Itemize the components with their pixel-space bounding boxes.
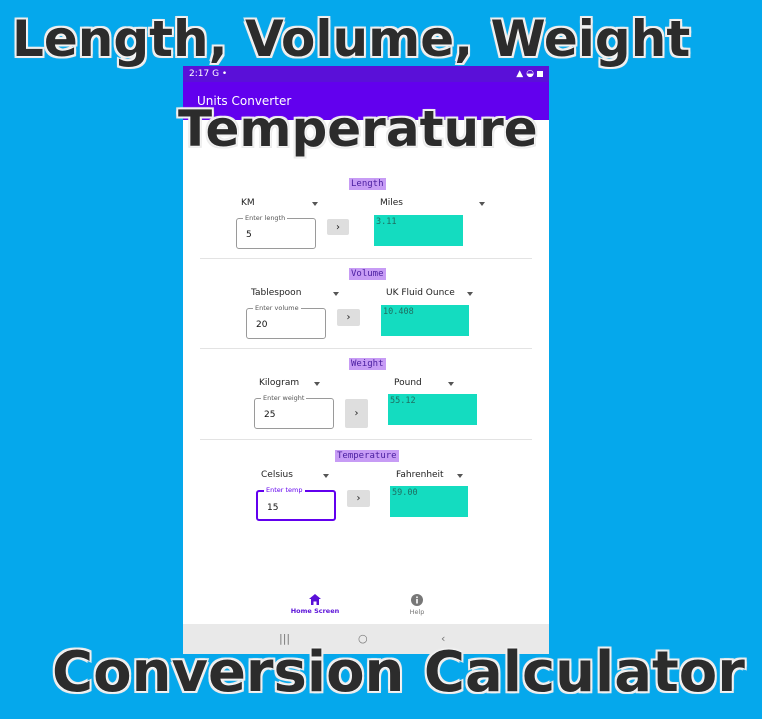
info-icon [411, 594, 423, 606]
weight-title: Weight [349, 358, 386, 370]
chevron-down-icon[interactable] [314, 382, 320, 386]
length-input-label: Enter length [243, 214, 288, 222]
volume-convert-button[interactable]: › [337, 309, 360, 326]
volume-title: Volume [349, 268, 386, 280]
temperature-input-label: Enter temp [264, 486, 305, 494]
promo-headline-bottom: Conversion Calculator [52, 640, 745, 705]
promo-headline-top: Length, Volume, Weight [12, 10, 691, 68]
weight-to-unit-select[interactable]: Pound [394, 378, 422, 388]
length-title: Length [349, 178, 386, 190]
volume-result: 10.408 [381, 305, 469, 336]
temperature-input[interactable]: Enter temp 15 [256, 486, 336, 521]
chevron-down-icon[interactable] [467, 292, 473, 296]
wifi-icon: ◒ [526, 69, 534, 79]
weight-input-label: Enter weight [261, 394, 307, 402]
section-divider [200, 439, 532, 440]
chevron-down-icon[interactable] [312, 202, 318, 206]
home-icon [309, 594, 321, 605]
chevron-down-icon[interactable] [457, 474, 463, 478]
weight-from-unit-select[interactable]: Kilogram [259, 378, 299, 388]
weight-convert-button[interactable]: › [345, 399, 368, 428]
temperature-convert-button[interactable]: › [347, 490, 370, 507]
chevron-down-icon[interactable] [479, 202, 485, 206]
chevron-down-icon[interactable] [333, 292, 339, 296]
volume-from-unit-select[interactable]: Tablespoon [251, 288, 301, 298]
volume-to-unit-select[interactable]: UK Fluid Ounce [386, 288, 455, 298]
length-from-unit-select[interactable]: KM [241, 198, 255, 208]
section-divider [200, 348, 532, 349]
status-time: 2:17 G • [189, 69, 228, 79]
length-convert-button[interactable]: › [327, 219, 349, 235]
nav-help-label: Help [409, 608, 425, 616]
signal-icon: ▲ [516, 69, 524, 79]
length-to-unit-select[interactable]: Miles [380, 198, 403, 208]
volume-input-label: Enter volume [253, 304, 301, 312]
status-icons: ▲ ◒ [516, 69, 543, 79]
chevron-down-icon[interactable] [448, 382, 454, 386]
section-divider [200, 258, 532, 259]
volume-input[interactable]: Enter volume 20 [246, 304, 326, 339]
volume-input-value[interactable]: 20 [256, 320, 267, 330]
temperature-from-unit-select[interactable]: Celsius [261, 470, 293, 480]
promo-headline-middle: Temperature [178, 100, 538, 158]
length-input[interactable]: Enter length 5 [236, 214, 316, 249]
temperature-result: 59.00 [390, 486, 468, 517]
weight-input[interactable]: Enter weight 25 [254, 394, 334, 429]
nav-help[interactable]: Help [395, 594, 439, 616]
temperature-title: Temperature [335, 450, 399, 462]
nav-home-screen[interactable]: Home Screen [287, 594, 343, 615]
weight-result: 55.12 [388, 394, 477, 425]
temperature-input-value[interactable]: 15 [267, 503, 278, 513]
battery-icon [537, 71, 543, 77]
length-result: 3.11 [374, 215, 463, 246]
nav-home-label: Home Screen [290, 607, 340, 615]
bottom-navigation: Home Screen Help [183, 590, 549, 624]
temperature-to-unit-select[interactable]: Fahrenheit [396, 470, 444, 480]
length-input-value[interactable]: 5 [246, 230, 252, 240]
status-bar: 2:17 G • ▲ ◒ [183, 66, 549, 82]
status-left-icons: G • [212, 69, 228, 79]
chevron-down-icon[interactable] [323, 474, 329, 478]
weight-input-value[interactable]: 25 [264, 410, 275, 420]
